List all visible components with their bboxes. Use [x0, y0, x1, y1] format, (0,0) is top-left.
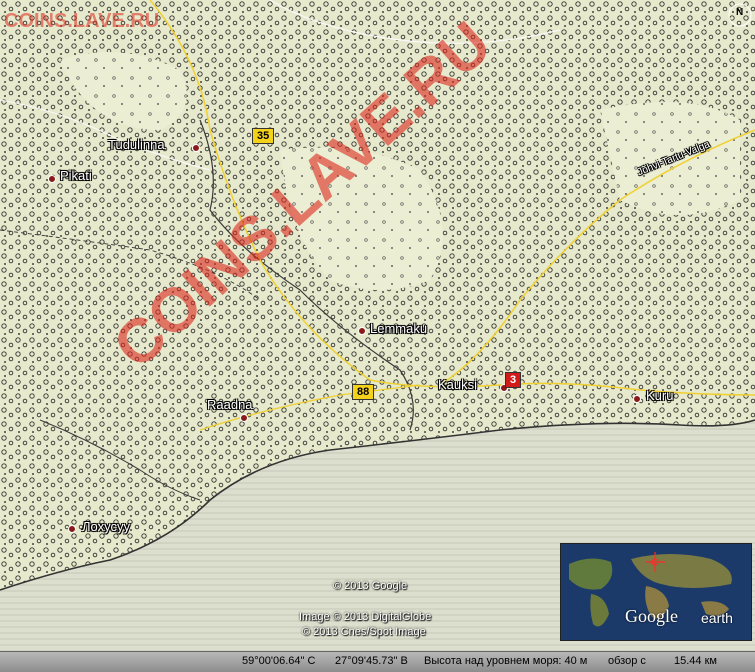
road-shield-35: 35 [252, 128, 275, 144]
location-crosshair-icon [645, 552, 665, 572]
place-label-pikati[interactable]: Pikati [60, 168, 92, 183]
compass-north-letter: N [736, 7, 744, 18]
google-earth-logo-earth: earth [701, 610, 733, 626]
road-shield-88: 88 [352, 384, 375, 400]
copyright-google: © 2013 Google [333, 580, 408, 592]
place-label-kauksi[interactable]: Kauksi [438, 377, 477, 392]
status-elevation: Высота над уровнем моря: 40 м [424, 655, 588, 667]
place-label-lohusuu[interactable]: Лохусуу [82, 519, 130, 534]
status-latitude: 59°00'06.64" С [242, 655, 316, 667]
status-longitude: 27°09'45.73" В [335, 655, 408, 667]
place-marker-lohusuu[interactable] [68, 525, 76, 533]
copyright-cnes: © 2013 Cnes/Spot Image [302, 626, 426, 638]
copyright-digitalglobe: Image © 2013 DigitalGlobe [299, 611, 432, 623]
watermark-top: COINS.LAVE.RU [4, 10, 160, 32]
place-marker-pikati[interactable] [48, 175, 56, 183]
place-label-kuru[interactable]: Kuru [646, 388, 673, 403]
google-earth-logo-google: Google [625, 606, 678, 626]
overview-map[interactable]: Google earth [560, 543, 752, 641]
status-bar: 59°00'06.64" С 27°09'45.73" В Высота над… [0, 651, 755, 672]
status-view-altitude: обзор с [608, 655, 646, 667]
place-marker-kuru[interactable] [633, 395, 641, 403]
place-marker-tudulinna[interactable] [192, 144, 200, 152]
road-shield-3: 3 [505, 372, 522, 388]
place-marker-lemmaku[interactable] [358, 327, 366, 335]
status-distance: 15.44 км [674, 655, 717, 667]
place-label-raadna[interactable]: Raadna [207, 397, 253, 412]
place-label-lemmaku[interactable]: Lemmaku [370, 321, 427, 336]
compass-control[interactable]: N [727, 2, 753, 28]
place-marker-raadna[interactable] [240, 414, 248, 422]
place-label-tudulinna[interactable]: Tudulinna [108, 137, 165, 152]
